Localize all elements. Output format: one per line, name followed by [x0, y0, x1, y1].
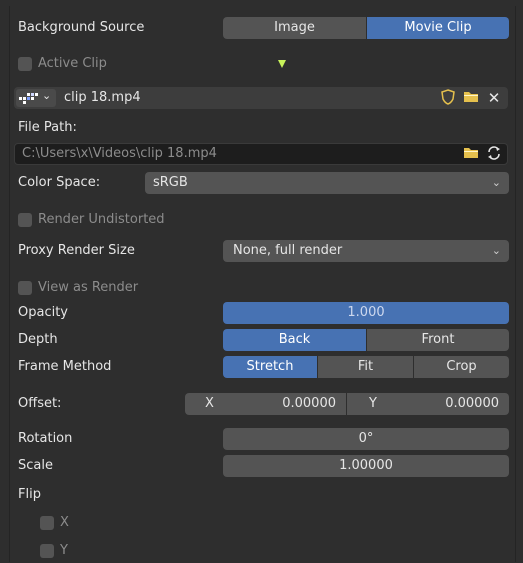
source-image-button[interactable]: Image [223, 17, 366, 39]
active-clip-row: Active Clip [10, 52, 515, 76]
background-source-label: Background Source [18, 20, 145, 35]
frame-method-crop-button[interactable]: Crop [414, 356, 509, 378]
view-as-render-row: View as Render [10, 276, 515, 300]
proxy-render-size-dropdown[interactable]: None, full render ⌄ [223, 240, 509, 262]
background-source-row: Background Source Image Movie Clip [10, 16, 515, 40]
clip-browse-button[interactable]: ⌄ [16, 89, 56, 107]
color-space-row: Color Space: sRGB ⌄ [10, 171, 515, 195]
depth-row: Depth Back Front [10, 328, 515, 352]
view-as-render-checkbox[interactable] [18, 281, 32, 295]
scale-field[interactable]: 1.00000 [223, 455, 509, 477]
frame-method-row: Frame Method Stretch Fit Crop [10, 355, 515, 379]
chevron-down-icon: ⌄ [42, 89, 52, 102]
opacity-row: Opacity 1.000 [10, 301, 515, 325]
proxy-render-size-label: Proxy Render Size [18, 243, 135, 258]
opacity-slider[interactable]: 1.000 [223, 302, 509, 324]
color-space-value: sRGB [153, 175, 188, 190]
chevron-down-icon: ⌄ [491, 244, 501, 257]
render-undistorted-label: Render Undistorted [38, 212, 165, 227]
movie-clip-icon [19, 93, 38, 104]
rotation-label: Rotation [18, 431, 73, 446]
offset-y-label: Y [369, 396, 377, 411]
flip-x-checkbox[interactable] [40, 516, 54, 530]
offset-y-field[interactable]: Y 0.00000 [347, 393, 509, 415]
chevron-down-icon: ⌄ [491, 176, 501, 189]
frame-method-fit-button[interactable]: Fit [318, 356, 413, 378]
scale-row: Scale 1.00000 [10, 454, 515, 478]
flip-x-label: X [60, 515, 69, 530]
offset-x-value: 0.00000 [282, 396, 336, 411]
file-path-label: File Path: [18, 120, 77, 135]
fake-user-shield-icon[interactable] [439, 89, 457, 107]
depth-front-button[interactable]: Front [367, 329, 509, 351]
folder-icon[interactable] [462, 89, 480, 107]
depth-label: Depth [18, 332, 58, 347]
offset-x-label: X [205, 396, 214, 411]
offset-y-value: 0.00000 [445, 396, 499, 411]
file-path-row: C:\Users\x\Videos\clip 18.mp4 [10, 142, 515, 166]
proxy-render-size-value: None, full render [233, 243, 343, 258]
flip-y-label: Y [60, 543, 68, 558]
offset-label: Offset: [18, 396, 62, 411]
frame-method-label: Frame Method [18, 359, 112, 374]
folder-icon[interactable] [462, 145, 480, 163]
reload-icon[interactable] [485, 145, 503, 163]
rotation-row: Rotation 0° [10, 427, 515, 451]
flip-x-row: X [10, 511, 515, 535]
flip-y-checkbox[interactable] [40, 544, 54, 558]
unlink-close-icon[interactable]: ✕ [485, 89, 503, 107]
color-space-dropdown[interactable]: sRGB ⌄ [145, 172, 509, 194]
render-undistorted-checkbox[interactable] [18, 213, 32, 227]
scale-label: Scale [18, 458, 53, 473]
active-clip-label: Active Clip [38, 56, 107, 71]
flip-label: Flip [18, 487, 41, 502]
flip-y-row: Y [10, 539, 515, 563]
color-space-label: Color Space: [18, 175, 101, 190]
frame-method-stretch-button[interactable]: Stretch [223, 356, 317, 378]
background-image-panel: Background Source Image Movie Clip Activ… [9, 6, 516, 562]
clip-selector-row: ⌄ clip 18.mp4 ✕ [10, 86, 515, 110]
flip-row: Flip [10, 483, 515, 507]
indicator-triangle-icon [278, 60, 286, 68]
opacity-label: Opacity [18, 305, 69, 320]
source-movie-clip-button[interactable]: Movie Clip [367, 17, 509, 39]
proxy-render-size-row: Proxy Render Size None, full render ⌄ [10, 239, 515, 263]
active-clip-checkbox[interactable] [18, 57, 32, 71]
rotation-field[interactable]: 0° [223, 428, 509, 450]
depth-back-button[interactable]: Back [223, 329, 366, 351]
render-undistorted-row: Render Undistorted [10, 208, 515, 232]
offset-x-field[interactable]: X 0.00000 [185, 393, 346, 415]
offset-row: Offset: X 0.00000 Y 0.00000 [10, 392, 515, 416]
file-path-value: C:\Users\x\Videos\clip 18.mp4 [22, 146, 217, 161]
clip-name: clip 18.mp4 [64, 90, 141, 105]
file-path-label-row: File Path: [10, 116, 515, 140]
view-as-render-label: View as Render [38, 280, 139, 295]
